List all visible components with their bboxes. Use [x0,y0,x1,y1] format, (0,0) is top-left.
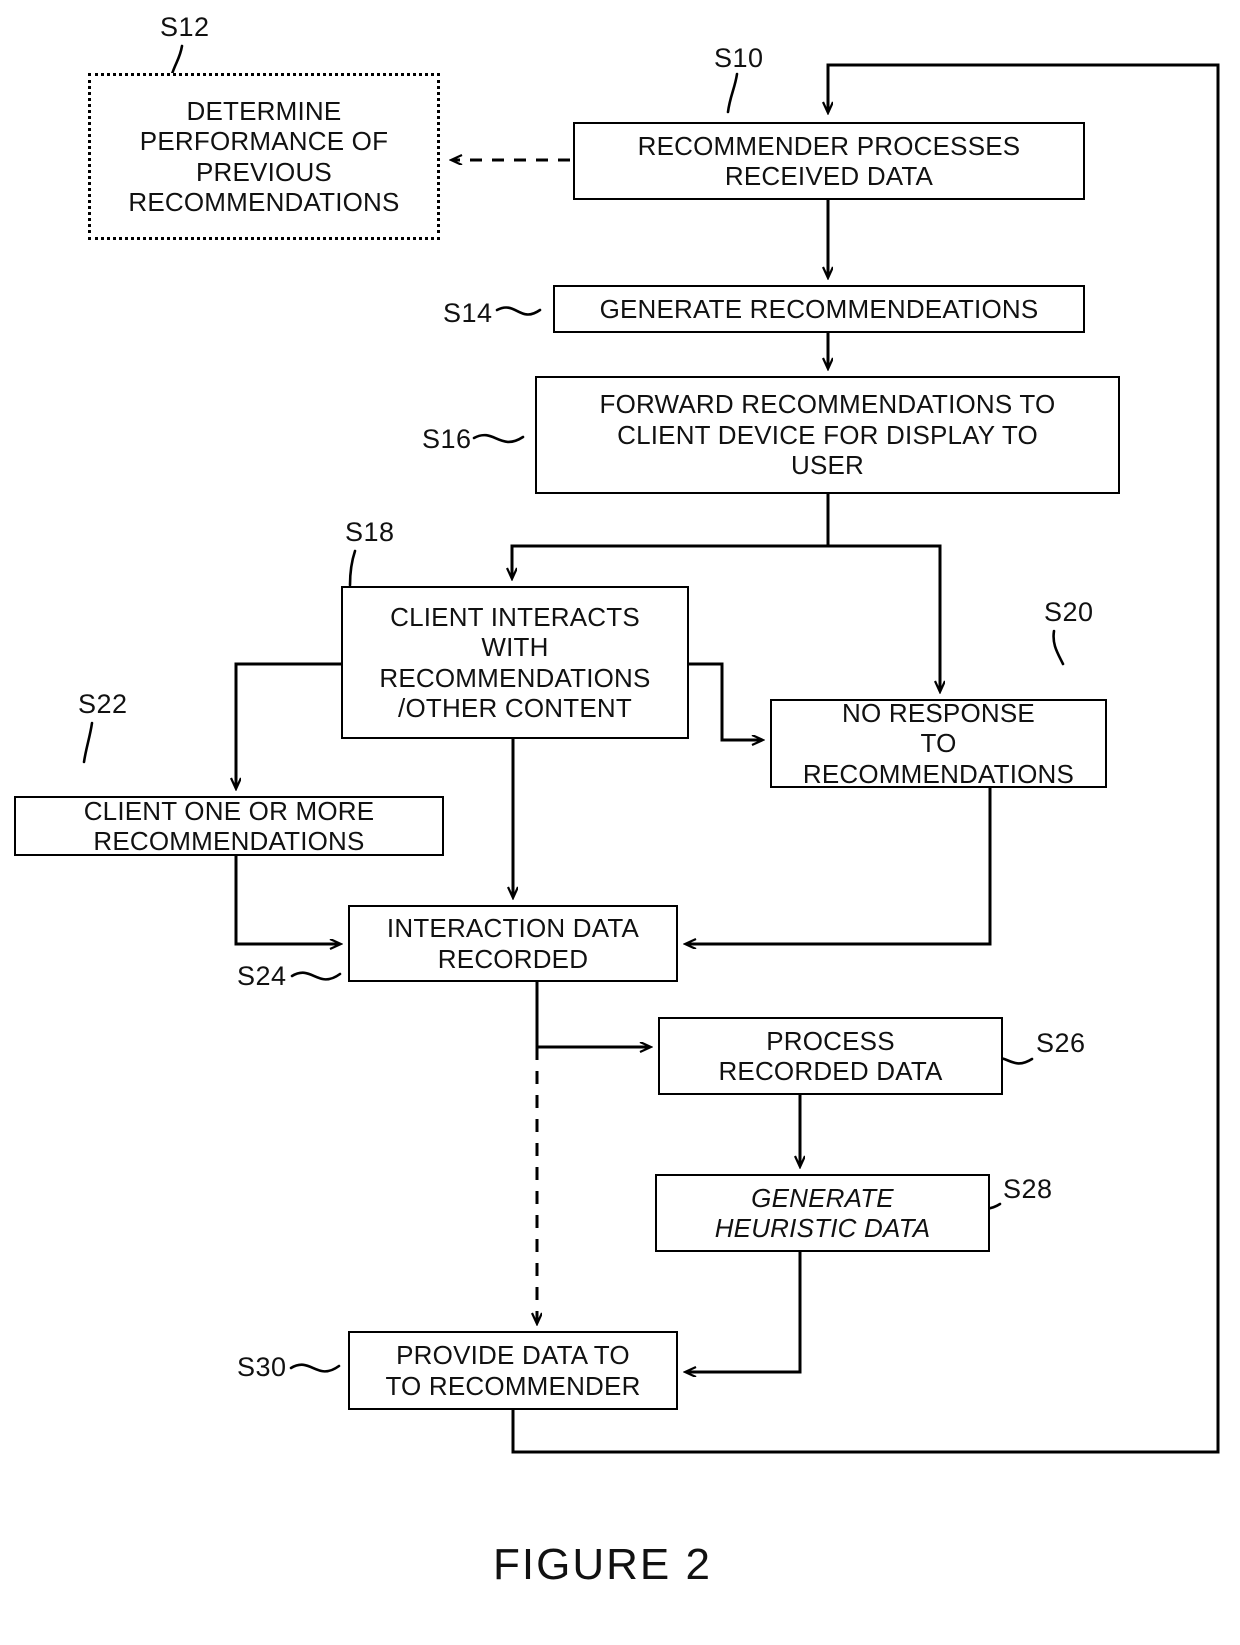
leader-s10 [726,72,739,114]
node-s10-label: RECOMMENDER PROCESSES RECEIVED DATA [637,130,1021,191]
leader-s18 [348,549,357,587]
node-s24-label: INTERACTION DATA RECORDED [386,913,640,974]
step-label-s12: S12 [160,12,210,42]
node-s26[interactable]: PROCESS RECORDED DATA [658,1017,1003,1095]
connector-s20-to-s24 [686,788,992,944]
step-label-s14: S14 [443,298,493,328]
leader-s12 [170,44,184,76]
step-label-s26: S26 [1036,1028,1086,1058]
leader-s24 [290,971,342,981]
node-s30-label: PROVIDE DATA TO TO RECOMMENDER [385,1340,641,1401]
node-s18[interactable]: CLIENT INTERACTS WITH RECOMMENDATIONS /O… [341,586,689,739]
node-s22-label: CLIENT ONE OR MORE RECOMMENDATIONS [83,795,375,856]
connector-s16-to-s18 [512,544,828,578]
step-label-s22: S22 [78,689,128,719]
node-s26-label: PROCESS RECORDED DATA [718,1025,943,1086]
node-s22[interactable]: CLIENT ONE OR MORE RECOMMENDATIONS [14,796,444,856]
node-s16[interactable]: FORWARD RECOMMENDATIONS TO CLIENT DEVICE… [535,376,1120,494]
figure-page: DETERMINE PERFORMANCE OF PREVIOUS RECOMM… [0,0,1240,1645]
node-s24[interactable]: INTERACTION DATA RECORDED [348,905,678,982]
step-label-s30: S30 [237,1352,287,1382]
node-s14[interactable]: GENERATE RECOMMENDEATIONS [553,285,1085,333]
leader-s30 [289,1363,341,1373]
node-s28[interactable]: GENERATE HEURISTIC DATA [655,1174,990,1252]
step-label-s10: S10 [714,43,764,73]
node-s20[interactable]: NO RESPONSE TO RECOMMENDATIONS [770,697,1107,789]
node-s20-label: NO RESPONSE TO RECOMMENDATIONS [802,697,1075,789]
node-s30[interactable]: PROVIDE DATA TO TO RECOMMENDER [348,1331,678,1410]
connector-s28-to-s30 [686,1252,802,1372]
leader-s16 [472,433,525,444]
connector-s18-to-s20 [689,662,762,740]
node-s14-label: GENERATE RECOMMENDEATIONS [599,293,1039,324]
step-label-s28: S28 [1003,1174,1053,1204]
leader-s22 [82,721,94,764]
figure-caption: FIGURE 2 [493,1540,712,1589]
step-label-s24: S24 [237,961,287,991]
leader-s20 [1052,629,1065,666]
node-s12-label: DETERMINE PERFORMANCE OF PREVIOUS RECOMM… [128,95,400,217]
step-label-s20: S20 [1044,597,1094,627]
connector-s22-to-s24 [234,856,340,944]
step-label-s16: S16 [422,424,472,454]
node-s10[interactable]: RECOMMENDER PROCESSES RECEIVED DATA [573,122,1085,200]
node-s18-label: CLIENT INTERACTS WITH RECOMMENDATIONS /O… [379,601,651,723]
node-s12[interactable]: DETERMINE PERFORMANCE OF PREVIOUS RECOMM… [88,73,440,240]
connector-s16-to-s20 [828,544,940,691]
step-label-s18: S18 [345,517,395,547]
node-s16-label: FORWARD RECOMMENDATIONS TO CLIENT DEVICE… [599,389,1056,481]
node-s28-label: GENERATE HEURISTIC DATA [714,1182,931,1243]
leader-s14 [495,306,542,316]
connector-s18-to-s22 [236,662,341,788]
